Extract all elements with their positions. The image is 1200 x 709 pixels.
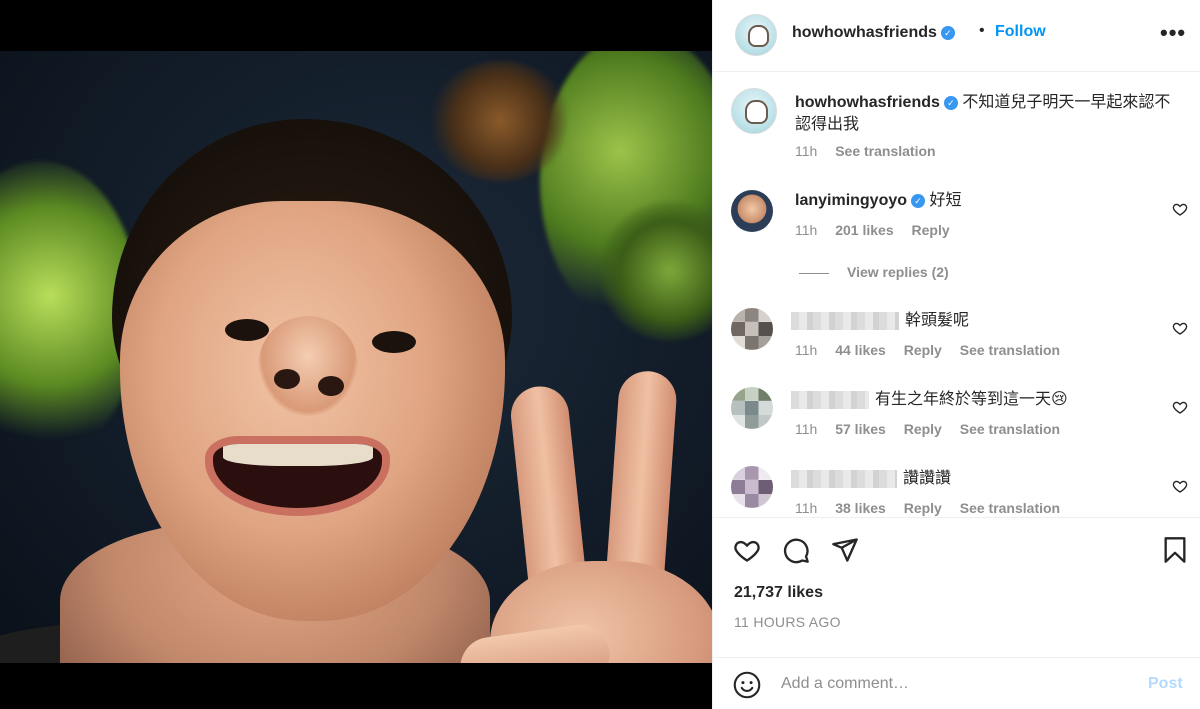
post-actions: 21,737 likes 11 HOURS AGO <box>713 518 1200 648</box>
like-count[interactable]: 21,737 likes <box>734 584 823 602</box>
commenter-username-blurred[interactable] <box>791 469 897 488</box>
see-translation-link[interactable]: See translation <box>960 421 1060 437</box>
comment-input[interactable] <box>781 672 1121 696</box>
peace-sign-hand <box>450 331 712 663</box>
heart-icon[interactable] <box>733 536 761 564</box>
comment-body: 有生之年終於等到這一天😢 <box>875 391 1068 408</box>
caption: howhowhasfriends ✓ 不知道兒子明天一早起來認不認得出我 11h … <box>713 72 1200 172</box>
comment-likes[interactable]: 44 likes <box>835 342 886 358</box>
commenter-avatar-blurred[interactable] <box>731 466 773 508</box>
commenter-username[interactable]: lanyimingyoyo <box>795 192 907 209</box>
verified-badge-icon: ✓ <box>911 193 926 208</box>
comment-text: 讚讚讚 <box>791 468 1161 490</box>
bookmark-icon[interactable] <box>1161 536 1189 564</box>
author-avatar[interactable] <box>731 88 777 134</box>
separator-dot: • <box>979 22 985 39</box>
add-comment-bar: Post <box>713 657 1200 709</box>
author-username[interactable]: howhowhasfriends ✓ <box>792 24 955 42</box>
comment-body: 幹頭髮呢 <box>905 312 970 329</box>
post-media[interactable] <box>0 0 712 709</box>
comment-icon[interactable] <box>782 536 810 564</box>
comment-likes[interactable]: 201 likes <box>835 222 893 238</box>
comment-time: 11h <box>795 421 818 437</box>
left-eye <box>225 319 269 341</box>
reply-button[interactable]: Reply <box>904 421 942 437</box>
right-eye <box>372 331 416 353</box>
reply-button[interactable]: Reply <box>912 222 950 238</box>
comment-item: lanyimingyoyo ✓ 好短 11h 201 likes Reply <box>713 188 1200 298</box>
reply-button[interactable]: Reply <box>904 500 942 516</box>
author-username-text[interactable]: howhowhasfriends <box>792 24 937 41</box>
commenter-avatar-blurred[interactable] <box>731 387 773 429</box>
comment-item: 讚讚讚 11h 38 likes Reply See translation <box>713 466 1200 517</box>
nose <box>258 316 358 416</box>
view-replies-line <box>799 272 829 274</box>
author-avatar[interactable] <box>735 14 777 56</box>
selfie-person <box>0 51 712 663</box>
commenter-avatar[interactable] <box>731 190 773 232</box>
caption-text: howhowhasfriends ✓ 不知道兒子明天一早起來認不認得出我 <box>795 92 1175 136</box>
comment-text: 幹頭髮呢 <box>791 310 1161 332</box>
comment-like-heart-icon[interactable] <box>1172 201 1188 217</box>
view-replies-button[interactable]: View replies (2) <box>799 264 949 280</box>
see-translation-link[interactable]: See translation <box>835 143 935 159</box>
commenter-avatar-blurred[interactable] <box>731 308 773 350</box>
comment-item: 幹頭髮呢 11h 44 likes Reply See translation <box>713 308 1200 378</box>
comment-meta: 11h 57 likes Reply See translation <box>795 421 1074 437</box>
comment-like-heart-icon[interactable] <box>1172 320 1188 336</box>
comment-body: 好短 <box>929 192 962 209</box>
comment-time: 11h <box>795 342 818 358</box>
comment-item: 有生之年終於等到這一天😢 11h 57 likes Reply See tran… <box>713 387 1200 457</box>
verified-badge-icon: ✓ <box>940 25 955 40</box>
caption-time: 11h <box>795 143 818 159</box>
comment-text: lanyimingyoyo ✓ 好短 <box>795 190 1165 212</box>
comment-meta: 11h 38 likes Reply See translation <box>795 500 1074 516</box>
post-comment-button[interactable]: Post <box>1148 675 1183 693</box>
comment-time: 11h <box>795 222 818 238</box>
post-photo[interactable] <box>0 51 712 663</box>
comment-like-heart-icon[interactable] <box>1172 478 1188 494</box>
view-replies-label[interactable]: View replies (2) <box>847 264 949 280</box>
comments-list[interactable]: howhowhasfriends ✓ 不知道兒子明天一早起來認不認得出我 11h … <box>713 72 1200 518</box>
nostril <box>274 369 300 389</box>
nostril <box>318 376 344 396</box>
comment-likes[interactable]: 38 likes <box>835 500 886 516</box>
more-horizontal-icon[interactable]: ••• <box>1160 20 1186 46</box>
comment-body: 讚讚讚 <box>903 470 952 487</box>
comment-likes[interactable]: 57 likes <box>835 421 886 437</box>
caption-username[interactable]: howhowhasfriends <box>795 94 940 111</box>
comment-meta: 11h 44 likes Reply See translation <box>795 342 1074 358</box>
smiley-icon[interactable] <box>733 671 761 699</box>
post-timestamp: 11 HOURS AGO <box>734 614 841 630</box>
commenter-username-blurred[interactable] <box>791 311 899 330</box>
see-translation-link[interactable]: See translation <box>960 500 1060 516</box>
verified-badge-icon: ✓ <box>943 95 958 110</box>
caption-meta: 11h See translation <box>795 143 950 159</box>
post-side-panel: howhowhasfriends ✓ • Follow ••• howhowhas… <box>712 0 1200 709</box>
commenter-username-blurred[interactable] <box>791 390 869 409</box>
reply-button[interactable]: Reply <box>904 342 942 358</box>
teeth <box>223 444 373 466</box>
comment-meta: 11h 201 likes Reply <box>795 222 964 238</box>
comment-time: 11h <box>795 500 818 516</box>
follow-button[interactable]: Follow <box>995 23 1046 41</box>
post-header: howhowhasfriends ✓ • Follow ••• <box>713 0 1200 72</box>
see-translation-link[interactable]: See translation <box>960 342 1060 358</box>
comment-text: 有生之年終於等到這一天😢 <box>791 389 1161 411</box>
comment-like-heart-icon[interactable] <box>1172 399 1188 415</box>
paper-plane-icon[interactable] <box>831 536 859 564</box>
